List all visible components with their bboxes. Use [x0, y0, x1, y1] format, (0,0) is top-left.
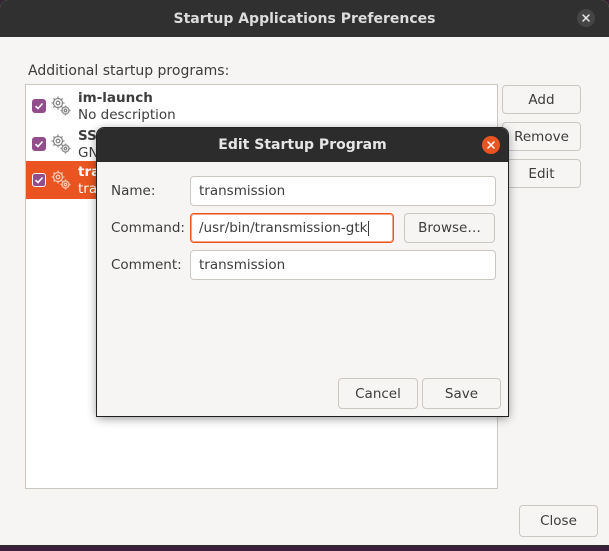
command-label: Command: [111, 220, 185, 236]
close-button[interactable]: Close [519, 505, 598, 537]
list-item[interactable]: im-launch No description [26, 87, 497, 125]
name-label: Name: [111, 183, 156, 199]
close-icon [487, 141, 495, 149]
add-button[interactable]: Add [502, 85, 581, 114]
close-icon [582, 14, 590, 22]
edit-startup-program-dialog: Edit Startup Program Name: transmission … [97, 128, 508, 416]
name-field[interactable]: transmission [190, 176, 496, 206]
program-name: im-launch [78, 90, 153, 106]
checkbox[interactable] [32, 99, 46, 113]
checkbox[interactable] [32, 173, 46, 187]
dialog-title: Edit Startup Program [97, 128, 508, 162]
checkmark-icon [34, 176, 44, 184]
window-close-button[interactable] [577, 9, 595, 27]
edit-button[interactable]: Edit [502, 159, 581, 188]
checkmark-icon [34, 102, 44, 110]
program-description: No description [78, 107, 176, 123]
dialog-close-button[interactable] [482, 136, 500, 154]
save-button[interactable]: Save [422, 378, 501, 409]
comment-field[interactable]: transmission [190, 250, 496, 280]
name-value: transmission [199, 183, 286, 199]
gear-icon [51, 170, 71, 190]
gear-icon [51, 96, 71, 116]
checkmark-icon [34, 140, 44, 148]
comment-value: transmission [199, 257, 286, 273]
gear-icon [51, 134, 71, 154]
browse-button[interactable]: Browse… [404, 213, 495, 243]
section-label: Additional startup programs: [28, 63, 230, 79]
window-title: Startup Applications Preferences [0, 0, 609, 37]
comment-label: Comment: [111, 257, 182, 273]
checkbox[interactable] [32, 137, 46, 151]
command-value: /usr/bin/transmission-gtk [199, 220, 368, 236]
remove-button[interactable]: Remove [502, 122, 581, 151]
text-cursor [368, 220, 370, 236]
command-field[interactable]: /usr/bin/transmission-gtk [190, 213, 394, 243]
cancel-button[interactable]: Cancel [338, 378, 418, 409]
